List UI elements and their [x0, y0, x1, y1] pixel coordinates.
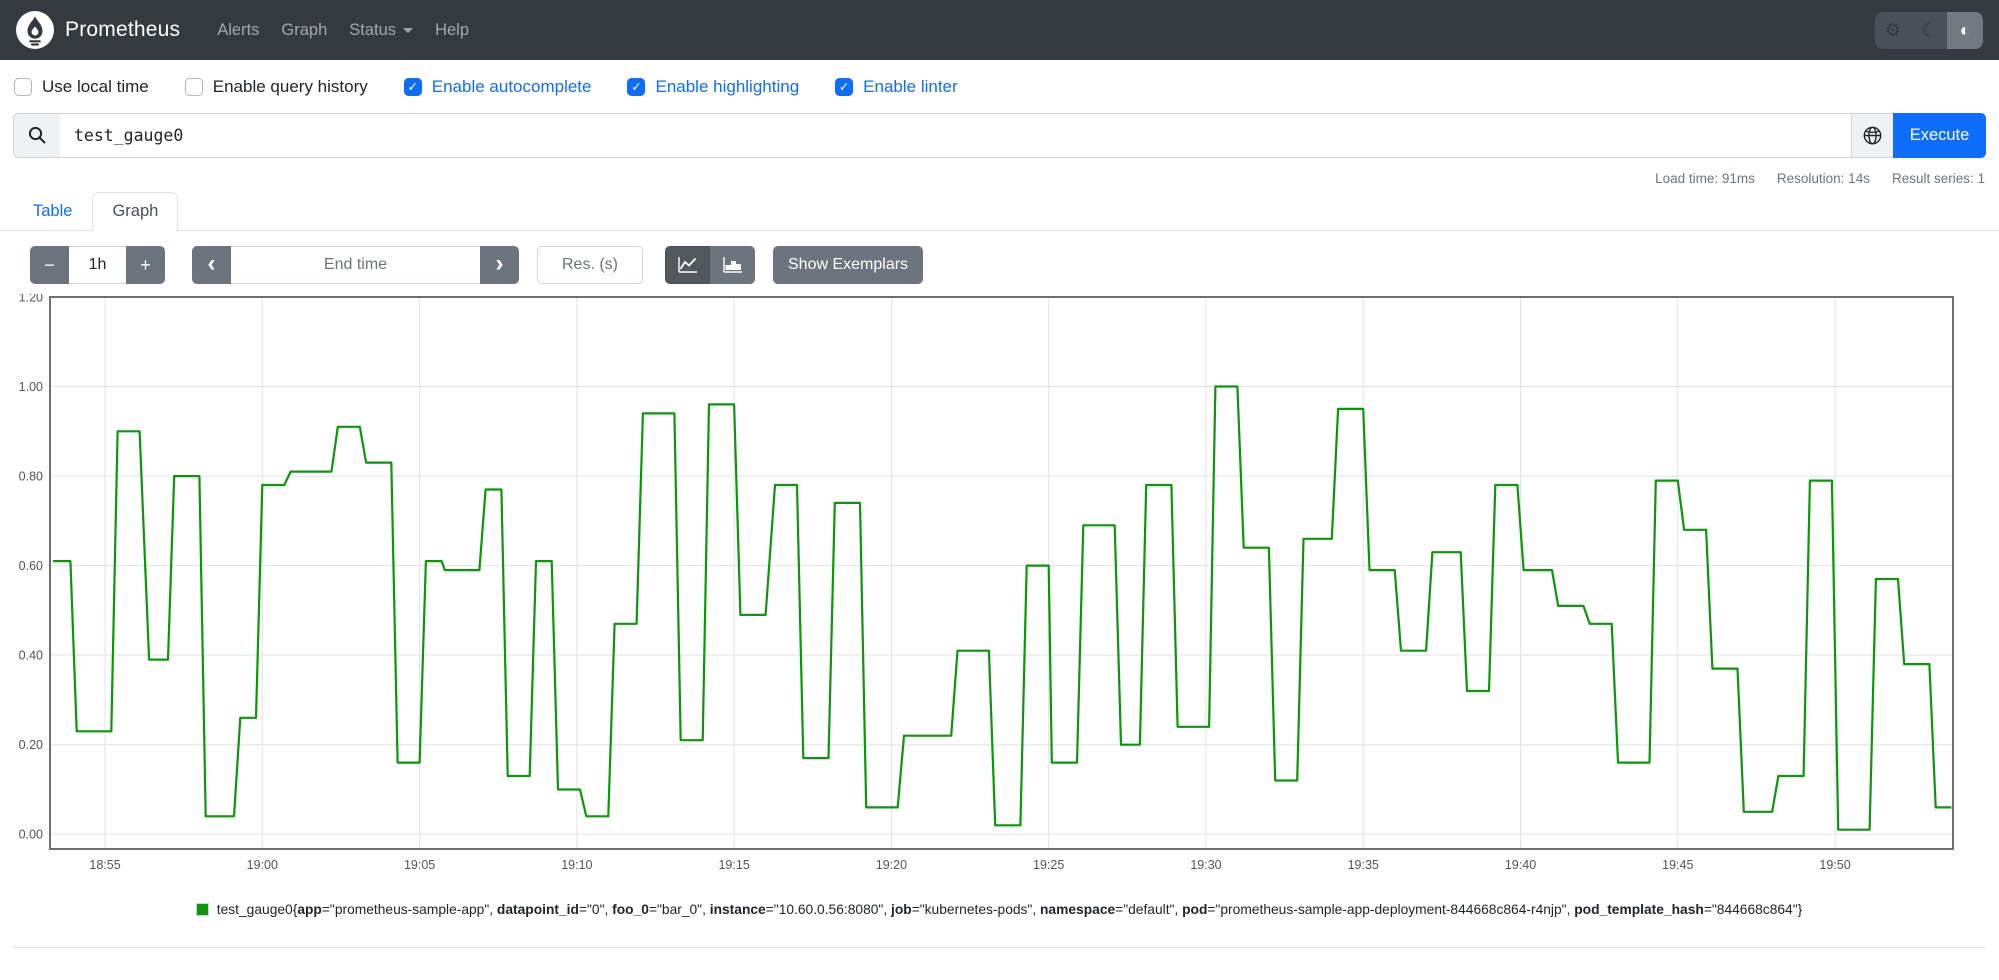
svg-text:0.00: 0.00	[19, 828, 43, 842]
range-input-group: − +	[30, 246, 165, 284]
checkbox-use-local-time[interactable]: Use local time	[14, 77, 149, 97]
end-time-input[interactable]	[231, 246, 480, 284]
checkbox-enable-linter[interactable]: ✓ Enable linter	[835, 77, 958, 97]
chart-type-group	[665, 246, 755, 284]
svg-text:19:40: 19:40	[1505, 858, 1536, 872]
checkbox-enable-highlighting[interactable]: ✓ Enable highlighting	[627, 77, 799, 97]
stacked-chart-toggle-button[interactable]	[710, 246, 755, 284]
query-input-group: Execute	[13, 113, 1986, 158]
series-label-text: test_gauge0{app="prometheus-sample-app",…	[216, 902, 1803, 917]
svg-text:19:30: 19:30	[1190, 858, 1221, 872]
nav-link-graph[interactable]: Graph	[270, 13, 338, 48]
svg-text:19:25: 19:25	[1033, 858, 1064, 872]
checked-checkbox-icon[interactable]: ✓	[835, 78, 854, 96]
nav-link-status[interactable]: Status	[338, 13, 424, 48]
graph-toolbar: − + ‹ › Show Exemplars	[0, 231, 1999, 292]
theme-button-moon-icon[interactable]: ☾	[1911, 12, 1947, 49]
line-chart-icon	[677, 257, 697, 273]
stacked-chart-icon	[722, 257, 742, 273]
panel-tabs: Table Graph	[0, 192, 1999, 231]
theme-toggle-group: ⚙ ☾ ◐	[1875, 11, 1983, 49]
resolution-input[interactable]	[537, 246, 643, 284]
svg-text:19:15: 19:15	[718, 858, 749, 872]
unchecked-checkbox-icon[interactable]	[14, 78, 32, 96]
theme-button-gear-icon[interactable]: ⚙	[1875, 12, 1911, 49]
brand-link[interactable]: Prometheus	[16, 11, 180, 49]
checkbox-label: Enable query history	[212, 77, 368, 96]
checkbox-label: Enable linter	[863, 77, 958, 96]
navbar: Prometheus Alerts Graph Status Help ⚙ ☾ ◐	[0, 0, 1999, 60]
chevron-left-icon: ‹	[207, 249, 216, 277]
theme-button-half-circle-icon[interactable]: ◐	[1947, 11, 1983, 49]
svg-text:1.00: 1.00	[19, 380, 43, 394]
time-forward-button[interactable]: ›	[480, 246, 519, 284]
chart-svg[interactable]: 0.00 0.20 0.40 0.60 0.80 1.00 1.20 18:55 19:00 19…	[12, 291, 1962, 879]
nav-link-alerts[interactable]: Alerts	[206, 13, 270, 48]
stat-item: Result series: 1	[1891, 171, 1985, 186]
legend-series[interactable]: test_gauge0{app="prometheus-sample-app",…	[0, 902, 1999, 917]
time-back-button[interactable]: ‹	[192, 246, 231, 284]
series-color-swatch	[195, 903, 209, 916]
range-increase-button[interactable]: +	[126, 246, 165, 284]
range-input[interactable]	[69, 246, 126, 284]
svg-text:0.20: 0.20	[19, 738, 43, 752]
search-icon	[13, 113, 60, 158]
checkbox-enable-query-history[interactable]: Enable query history	[184, 77, 368, 97]
show-exemplars-button[interactable]: Show Exemplars	[773, 246, 924, 284]
unchecked-checkbox-icon[interactable]	[184, 78, 203, 96]
execute-button[interactable]: Execute	[1893, 113, 1986, 158]
checked-checkbox-icon[interactable]: ✓	[627, 78, 646, 96]
prometheus-logo-icon	[16, 11, 54, 49]
brand-title: Prometheus	[65, 18, 181, 41]
range-decrease-button[interactable]: −	[30, 246, 69, 284]
svg-text:18:55: 18:55	[89, 858, 120, 872]
checkbox-label: Enable highlighting	[655, 77, 800, 96]
panel-bottom-divider	[13, 947, 1986, 948]
nav-link-help[interactable]: Help	[424, 13, 480, 48]
query-stats: Load time: 91ms Resolution: 14s Result ser…	[0, 158, 1999, 188]
tab-graph[interactable]: Graph	[92, 192, 179, 231]
svg-text:0.40: 0.40	[19, 649, 43, 663]
expression-input[interactable]	[60, 113, 1851, 158]
checkbox-enable-autocomplete[interactable]: ✓ Enable autocomplete	[403, 77, 592, 97]
metrics-explorer-button[interactable]	[1851, 113, 1893, 158]
chevron-right-icon: ›	[495, 249, 504, 277]
nav-links: Alerts Graph Status Help	[206, 13, 480, 48]
svg-text:19:10: 19:10	[561, 858, 592, 872]
checkbox-label: Use local time	[42, 77, 149, 96]
stat-item: Load time: 91ms	[1655, 171, 1755, 186]
svg-text:19:05: 19:05	[404, 858, 435, 872]
svg-text:19:35: 19:35	[1348, 858, 1379, 872]
stat-item: Resolution: 14s	[1776, 171, 1870, 186]
endtime-input-group: ‹ ›	[192, 246, 519, 284]
svg-text:19:20: 19:20	[876, 858, 907, 872]
svg-text:19:45: 19:45	[1662, 858, 1693, 872]
svg-text:0.80: 0.80	[19, 470, 43, 484]
chevron-down-icon	[403, 27, 414, 33]
tab-table[interactable]: Table	[13, 192, 92, 231]
svg-text:19:00: 19:00	[247, 858, 278, 872]
svg-text:1.20: 1.20	[19, 294, 43, 305]
line-chart-toggle-button[interactable]	[665, 246, 710, 284]
svg-text:19:50: 19:50	[1819, 858, 1850, 872]
checked-checkbox-icon[interactable]: ✓	[403, 78, 422, 96]
settings-row: Use local time Enable query history ✓ Enabl…	[0, 60, 1999, 107]
checkbox-label: Enable autocomplete	[431, 77, 592, 96]
svg-text:0.60: 0.60	[19, 559, 43, 573]
graph-chart[interactable]: 0.00 0.20 0.40 0.60 0.80 1.00 1.20 18:55 19:00 19…	[12, 291, 1999, 884]
